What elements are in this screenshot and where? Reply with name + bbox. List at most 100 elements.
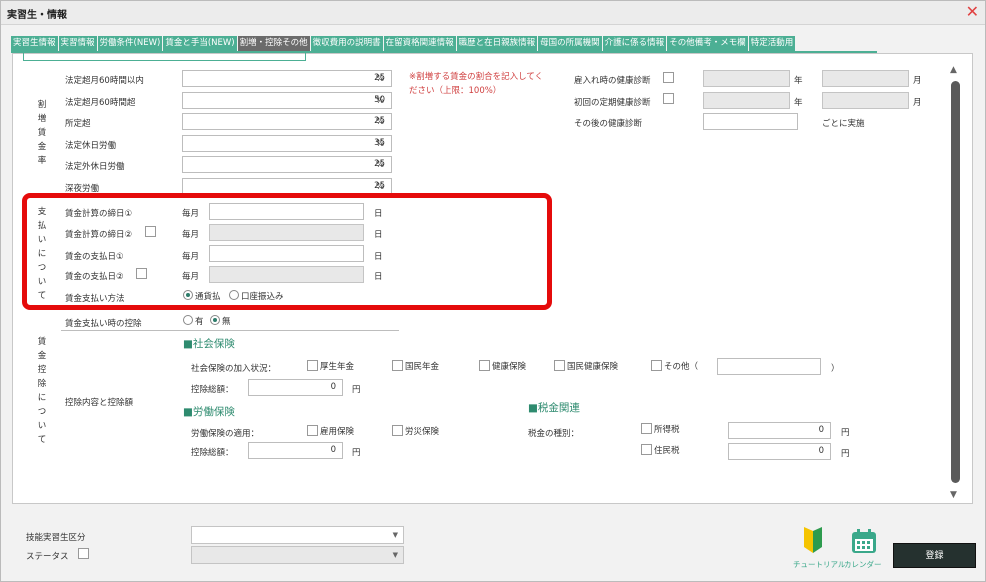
withhold-yes-radio[interactable] (183, 315, 193, 325)
health-checkbox[interactable] (663, 93, 674, 104)
tab-wages[interactable]: 賃金と手当(NEW) (163, 36, 237, 51)
deduction-detail-label: 控除内容と控除額 (65, 398, 134, 408)
status-select[interactable]: ▼ (191, 546, 404, 564)
month-unit: 月 (913, 76, 922, 86)
window: 実習生・情報 ✕ 実習生情報 実習情報 労働条件(NEW) 賃金と手当(NEW) 割増・… (0, 0, 986, 582)
premium-label: 法定超月60時間超 (65, 98, 136, 108)
tab-home-organization[interactable]: 母国の所属機関 (538, 36, 602, 51)
closing-day-2-checkbox[interactable] (145, 226, 156, 237)
tab-labor-conditions[interactable]: 労働条件(NEW) (97, 36, 163, 51)
social-total-label: 控除総額： (191, 385, 234, 395)
tab-practice-info[interactable]: 実習情報 (58, 36, 97, 51)
status-label: ステータス (26, 552, 69, 562)
tab-trainee-info[interactable]: 実習生情報 (11, 36, 58, 51)
premium-label: 法定超月60時間以内 (65, 76, 144, 86)
tab-specified-activities[interactable]: 特定活動用 (748, 36, 796, 51)
premium-note: ※割増する賃金の割合を記入してください（上限：100%） (409, 72, 544, 96)
tab-premium-deduction[interactable]: 割増・控除その他 (237, 36, 310, 51)
health-month-input[interactable] (822, 70, 909, 87)
withhold-yes-label: 有 (195, 317, 204, 327)
health-year-input[interactable] (703, 70, 790, 87)
premium-section-label: 割増賃金率 (37, 100, 47, 166)
currency-radio[interactable] (183, 290, 193, 300)
register-button[interactable]: 登録 (893, 543, 976, 568)
close-icon[interactable]: ✕ (966, 2, 979, 21)
welfare-pension-checkbox[interactable] (307, 360, 318, 371)
payday-1-input[interactable] (209, 245, 364, 262)
day-unit: 日 (374, 209, 383, 219)
bank-transfer-radio[interactable] (229, 290, 239, 300)
day-unit: 日 (374, 272, 383, 282)
withhold-label: 賃金支払い時の控除 (65, 319, 142, 329)
withhold-no-label: 無 (222, 317, 231, 327)
payday-2-input[interactable] (209, 266, 364, 283)
premium-input[interactable]: 25 (182, 156, 392, 173)
resident-tax-checkbox[interactable] (641, 444, 652, 455)
resident-tax-input[interactable]: 0 (728, 443, 831, 460)
premium-input[interactable]: 35 (182, 135, 392, 152)
labor-total-input[interactable]: 0 (248, 442, 343, 459)
employment-insurance-checkbox[interactable] (307, 425, 318, 436)
beginner-mark-icon[interactable] (801, 527, 825, 555)
workers-comp-label: 労災保険 (405, 427, 440, 437)
withhold-no-radio[interactable] (210, 315, 220, 325)
income-tax-input[interactable]: 0 (728, 422, 831, 439)
health-month-input[interactable] (822, 92, 909, 109)
year-unit: 年 (794, 76, 803, 86)
tab-nursing[interactable]: 介護に係る情報 (602, 36, 667, 51)
premium-label: 法定外休日労働 (65, 162, 125, 172)
yen-unit: 円 (841, 449, 850, 459)
national-pension-checkbox[interactable] (392, 360, 403, 371)
income-tax-checkbox[interactable] (641, 423, 652, 434)
health-year-input[interactable] (703, 92, 790, 109)
scroll-down-icon[interactable]: ▼ (950, 490, 957, 500)
health-checkbox[interactable] (663, 72, 674, 83)
chevron-down-icon: ▼ (392, 551, 398, 559)
scrollbar-thumb[interactable] (951, 81, 960, 483)
year-unit: 年 (794, 98, 803, 108)
tab-career-family[interactable]: 職歴と在日親族情報 (456, 36, 538, 51)
tab-notes[interactable]: その他備考・メモ欄 (667, 36, 748, 51)
premium-input[interactable]: 25 (182, 70, 392, 87)
health-label: 初回の定期健康診断 (574, 98, 651, 108)
other-insurance-input[interactable] (717, 358, 821, 375)
income-tax-label: 所得税 (654, 425, 680, 435)
payday-2-checkbox[interactable] (136, 268, 147, 279)
status-checkbox[interactable] (78, 548, 89, 559)
social-total-input[interactable]: 0 (248, 379, 343, 396)
other-insurance-checkbox[interactable] (651, 360, 662, 371)
employment-insurance-label: 雇用保険 (320, 427, 355, 437)
yen-unit: 円 (841, 428, 850, 438)
labor-total-label: 控除総額： (191, 448, 234, 458)
day-unit: 日 (374, 252, 383, 262)
health-interval-input[interactable] (703, 113, 798, 130)
tab-fee-explanation[interactable]: 徴収費用の説明書 (310, 36, 383, 51)
health-insurance-checkbox[interactable] (479, 360, 490, 371)
percent-unit: % (376, 139, 385, 149)
monthly-prefix: 毎月 (182, 252, 200, 262)
percent-unit: % (376, 74, 385, 84)
social-insurance-title: ■社会保険 (183, 338, 235, 350)
calendar-icon[interactable] (851, 528, 877, 554)
skill-category-label: 技能実習生区分 (26, 533, 86, 543)
national-health-insurance-label: 国民健康保険 (567, 362, 619, 372)
premium-label: 所定超 (65, 119, 91, 129)
yen-unit: 円 (352, 448, 361, 458)
premium-input[interactable]: 50 (182, 92, 392, 109)
tax-title: ■税金関連 (528, 402, 580, 414)
skill-category-select[interactable]: ▼ (191, 526, 404, 544)
closing-day-1-input[interactable] (209, 203, 364, 220)
tutorial-label: チュートリアル (793, 560, 846, 569)
national-health-insurance-checkbox[interactable] (554, 360, 565, 371)
monthly-prefix: 毎月 (182, 272, 200, 282)
health-suffix: ごとに実施 (822, 119, 865, 129)
tab-residence-status[interactable]: 在留資格関連情報 (383, 36, 456, 51)
scroll-up-icon[interactable]: ▲ (950, 65, 957, 75)
payment-method-label: 賃金支払い方法 (65, 294, 125, 304)
premium-input[interactable]: 25 (182, 113, 392, 130)
payment-section-label: 支払いについて (37, 207, 47, 301)
closing-day-2-input[interactable] (209, 224, 364, 241)
resident-tax-label: 住民税 (654, 446, 680, 456)
workers-comp-checkbox[interactable] (392, 425, 403, 436)
percent-unit: % (376, 182, 385, 192)
